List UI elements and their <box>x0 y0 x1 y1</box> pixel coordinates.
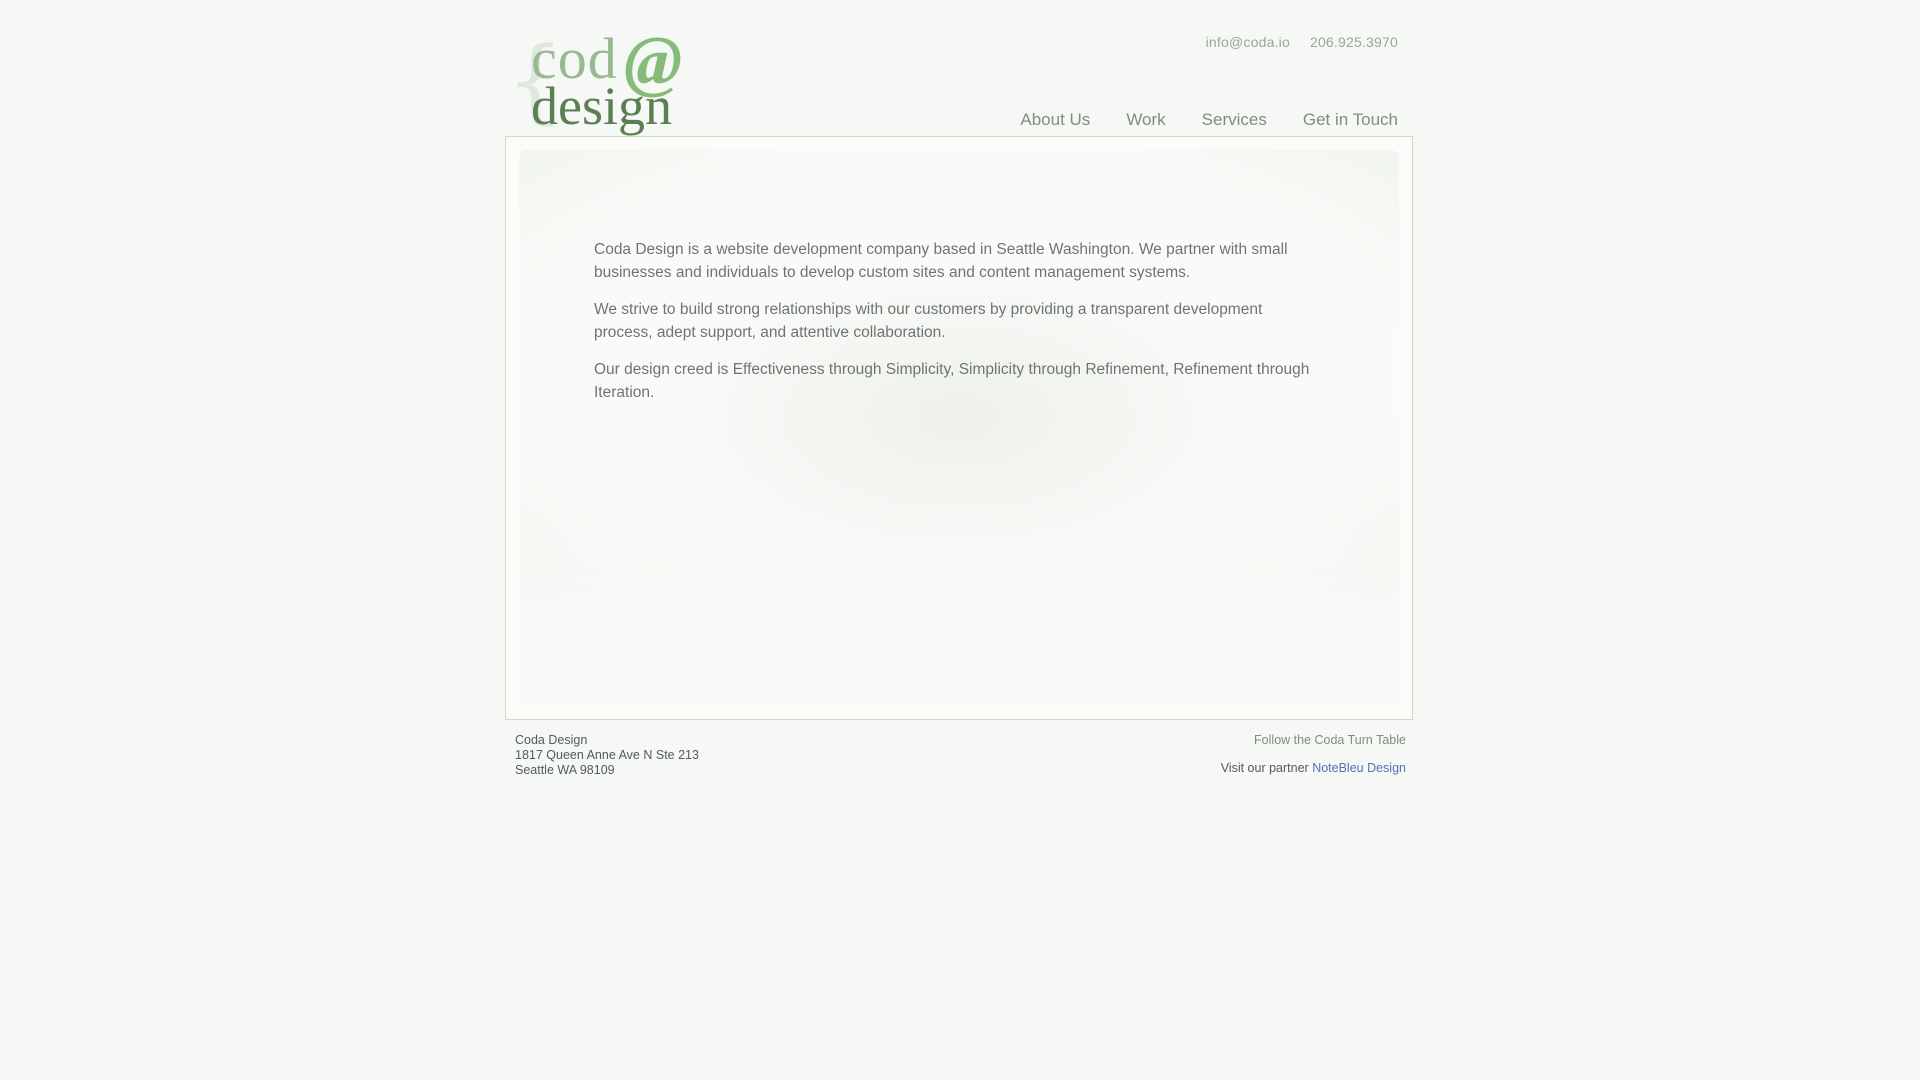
main-nav: About Us Work Services Get in Touch <box>1020 110 1398 130</box>
partner-prefix: Visit our partner <box>1220 761 1309 775</box>
intro-paragraph: We strive to build strong relationships … <box>594 301 1263 341</box>
nav-item-get-in-touch[interactable]: Get in Touch <box>1303 110 1398 130</box>
footer-address-line1: 1817 Queen Anne Ave N Ste 213 <box>515 748 699 762</box>
phone-number: 206.925.3970 <box>1309 34 1398 50</box>
page: { cod @ design info@coda.io 206.925.3970… <box>0 0 1920 1080</box>
nav-item-work[interactable]: Work <box>1126 110 1165 130</box>
turntable-link[interactable]: Follow the Coda Turn Table <box>1221 733 1406 748</box>
nav-item-about-us[interactable]: About Us <box>1020 110 1090 130</box>
footer-links: Follow the Coda Turn Table Visit our par… <box>1221 733 1406 776</box>
footer-company-name: Coda Design <box>515 733 588 747</box>
logo[interactable]: { cod @ design <box>506 24 706 136</box>
intro-paragraph: Coda Design is a website development com… <box>594 241 1288 281</box>
partner-link[interactable]: NoteBleu Design <box>1312 761 1406 775</box>
intro-paragraph: Our design creed is Effectiveness throug… <box>594 361 1310 401</box>
footer-address-line2: Seattle WA 98109 <box>515 763 615 777</box>
partner-line: Visit our partner NoteBleu Design <box>1221 761 1406 776</box>
footer-address: Coda Design 1817 Queen Anne Ave N Ste 21… <box>515 733 699 778</box>
nav-item-services[interactable]: Services <box>1202 110 1267 130</box>
email-link[interactable]: info@coda.io <box>1206 34 1290 50</box>
contact-info: info@coda.io 206.925.3970 <box>1206 34 1398 50</box>
intro-text: Coda Design is a website development com… <box>594 238 1324 418</box>
logo-word-design: design <box>531 76 672 136</box>
logo-graphic: { cod @ design <box>506 24 682 136</box>
content-panel: Coda Design is a website development com… <box>519 150 1399 706</box>
content-frame: Coda Design is a website development com… <box>505 136 1413 720</box>
